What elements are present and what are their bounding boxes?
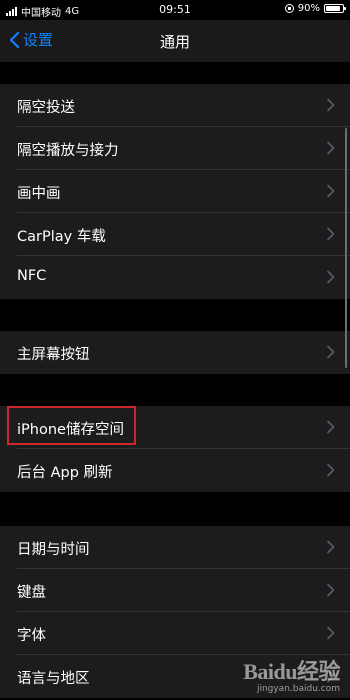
highlight-annotation-box: [7, 406, 136, 445]
settings-group-home-button: 主屏幕按钮: [0, 331, 350, 374]
row-label: 隔空投送: [17, 100, 75, 116]
settings-group-sharing: 隔空投送 隔空播放与接力 画中画 CarPlay 车载 NFC: [0, 84, 350, 299]
battery-percent: 90%: [297, 3, 320, 14]
row-label: 隔空播放与接力: [17, 143, 119, 159]
settings-row-language-region[interactable]: 语言与地区: [0, 655, 350, 698]
row-label: 键盘: [17, 585, 46, 601]
chevron-right-icon: [327, 420, 335, 434]
status-bar: 中国移动 4G 09:51 90%: [0, 0, 350, 20]
row-label: 后台 App 刷新: [17, 465, 113, 481]
row-label: 语言与地区: [17, 671, 90, 687]
settings-row-keyboard[interactable]: 键盘: [0, 569, 350, 612]
chevron-right-icon: [327, 141, 335, 155]
settings-row-airdrop[interactable]: 隔空投送: [0, 84, 350, 127]
chevron-right-icon: [327, 463, 335, 477]
battery-level-fill: [326, 6, 340, 11]
settings-row-fonts[interactable]: 字体: [0, 612, 350, 655]
settings-row-date-time[interactable]: 日期与时间: [0, 526, 350, 569]
row-label: 画中画: [17, 186, 61, 202]
chevron-right-icon: [327, 270, 335, 284]
navigation-bar: 设置 通用: [0, 20, 350, 62]
battery-icon: [324, 4, 346, 13]
chevron-right-icon: [327, 98, 335, 112]
settings-row-nfc[interactable]: NFC: [0, 256, 350, 299]
row-label: 日期与时间: [17, 542, 90, 558]
chevron-right-icon: [327, 669, 335, 683]
chevron-right-icon: [327, 583, 335, 597]
settings-row-home-button[interactable]: 主屏幕按钮: [0, 331, 350, 374]
row-label: 字体: [17, 628, 46, 644]
settings-general-screen: 中国移动 4G 09:51 90% 设置 通用 隔空投送 隔空播放与接力 画中画…: [0, 0, 350, 700]
chevron-right-icon: [327, 345, 335, 359]
settings-row-airplay-handoff[interactable]: 隔空播放与接力: [0, 127, 350, 170]
settings-row-carplay[interactable]: CarPlay 车载: [0, 213, 350, 256]
chevron-right-icon: [327, 626, 335, 640]
scroll-indicator: [345, 128, 347, 368]
chevron-right-icon: [327, 540, 335, 554]
page-title: 通用: [159, 33, 190, 51]
settings-row-picture-in-picture[interactable]: 画中画: [0, 170, 350, 213]
settings-group-locale: 日期与时间 键盘 字体 语言与地区: [0, 526, 350, 698]
chevron-right-icon: [327, 184, 335, 198]
status-right: 90%: [284, 3, 346, 14]
row-label: CarPlay 车载: [17, 229, 106, 245]
orientation-lock-icon: [284, 4, 294, 13]
settings-row-background-app-refresh[interactable]: 后台 App 刷新: [0, 449, 350, 492]
chevron-right-icon: [327, 227, 335, 241]
row-label: NFC: [17, 268, 47, 284]
row-label: 主屏幕按钮: [17, 347, 90, 363]
